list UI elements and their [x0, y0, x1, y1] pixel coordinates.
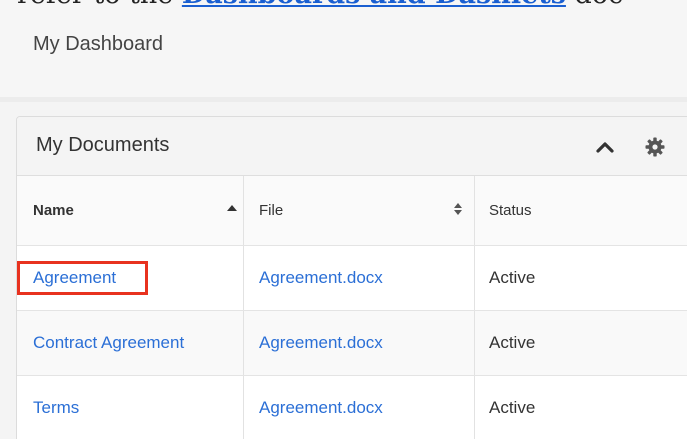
- column-header-file-label: File: [259, 202, 284, 219]
- page: refer to the Dashboards and Dashlets doc…: [0, 0, 687, 439]
- record-name-link[interactable]: Contract Agreement: [33, 333, 184, 353]
- table-row: Agreement Agreement.docx Active: [17, 246, 687, 311]
- sort-both-icon: [454, 203, 462, 215]
- intro-suffix: doc: [575, 0, 624, 10]
- column-header-file[interactable]: File: [244, 176, 474, 245]
- name-cell: Contract Agreement: [17, 311, 243, 375]
- chevron-up-icon: [596, 142, 614, 153]
- intro-prefix: refer to the: [17, 0, 173, 10]
- file-cell: Agreement.docx: [244, 246, 474, 310]
- file-link[interactable]: Agreement.docx: [259, 268, 383, 288]
- gear-icon: [645, 137, 665, 157]
- my-documents-dashlet: My Documents Name File Status Agreement …: [16, 116, 687, 439]
- status-cell: Active: [489, 398, 536, 417]
- dashlet-title: My Documents: [36, 134, 170, 156]
- dashboards-doc-link[interactable]: Dashboards and Dashlets: [182, 0, 566, 10]
- sort-ascending-icon: [227, 205, 237, 211]
- column-header-status[interactable]: Status: [475, 176, 687, 245]
- dashboard-header: refer to the Dashboards and Dashlets doc…: [0, 0, 687, 98]
- column-header-name-label: Name: [33, 202, 74, 219]
- collapse-button[interactable]: [592, 134, 618, 160]
- table-row: Contract Agreement Agreement.docx Active: [17, 311, 687, 376]
- settings-button[interactable]: [643, 135, 667, 159]
- file-cell: Agreement.docx: [244, 376, 474, 439]
- intro-text: refer to the Dashboards and Dashlets doc: [17, 0, 623, 10]
- name-cell: Terms: [17, 376, 243, 439]
- record-name-link[interactable]: Agreement: [33, 268, 116, 288]
- file-link[interactable]: Agreement.docx: [259, 398, 383, 418]
- file-link[interactable]: Agreement.docx: [259, 333, 383, 353]
- record-name-link[interactable]: Terms: [33, 398, 79, 418]
- file-cell: Agreement.docx: [244, 311, 474, 375]
- dashlet-header: My Documents: [17, 117, 687, 176]
- column-header-name[interactable]: Name: [17, 176, 243, 245]
- column-header-status-label: Status: [489, 202, 532, 219]
- table-header-row: Name File Status ⬍: [17, 176, 687, 246]
- table-row: Terms Agreement.docx Active: [17, 376, 687, 439]
- status-cell: Active: [489, 333, 536, 352]
- name-cell: Agreement: [17, 246, 243, 310]
- dashboard-title: My Dashboard: [33, 33, 164, 55]
- status-cell: Active: [489, 268, 536, 287]
